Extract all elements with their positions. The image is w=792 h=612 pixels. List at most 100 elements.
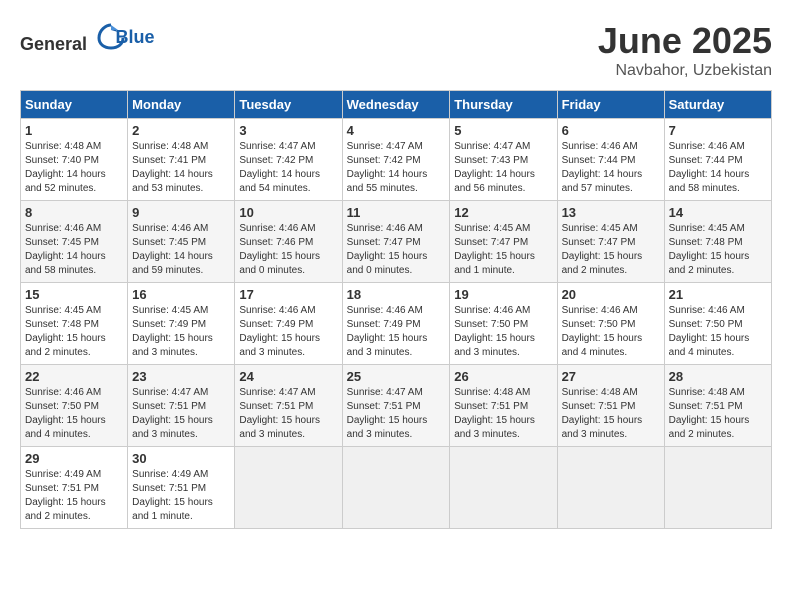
calendar-header-row: Sunday Monday Tuesday Wednesday Thursday…: [21, 91, 772, 119]
day-number: 4: [347, 123, 446, 138]
col-sunday: Sunday: [21, 91, 128, 119]
logo: General Blue: [20, 20, 155, 55]
day-info: Sunrise: 4:48 AMSunset: 7:51 PMDaylight:…: [454, 386, 552, 442]
day-number: 20: [562, 287, 660, 302]
day-number: 29: [25, 451, 123, 466]
day-info: Sunrise: 4:47 AMSunset: 7:51 PMDaylight:…: [347, 386, 446, 442]
day-number: 11: [347, 205, 446, 220]
day-number: 9: [132, 205, 230, 220]
day-number: 21: [669, 287, 767, 302]
col-saturday: Saturday: [664, 91, 771, 119]
col-tuesday: Tuesday: [235, 91, 342, 119]
table-row: 26 Sunrise: 4:48 AMSunset: 7:51 PMDayligh…: [450, 365, 557, 447]
table-row: 23 Sunrise: 4:47 AMSunset: 7:51 PMDayligh…: [128, 365, 235, 447]
day-info: Sunrise: 4:48 AMSunset: 7:41 PMDaylight:…: [132, 140, 230, 196]
day-info: Sunrise: 4:45 AMSunset: 7:47 PMDaylight:…: [562, 222, 660, 278]
day-info: Sunrise: 4:45 AMSunset: 7:47 PMDaylight:…: [454, 222, 552, 278]
day-info: Sunrise: 4:47 AMSunset: 7:42 PMDaylight:…: [347, 140, 446, 196]
table-row: 20 Sunrise: 4:46 AMSunset: 7:50 PMDayligh…: [557, 283, 664, 365]
table-row: 9 Sunrise: 4:46 AMSunset: 7:45 PMDaylight…: [128, 201, 235, 283]
table-row: 4 Sunrise: 4:47 AMSunset: 7:42 PMDaylight…: [342, 119, 450, 201]
calendar-week-row: 1 Sunrise: 4:48 AMSunset: 7:40 PMDaylight…: [21, 119, 772, 201]
day-number: 2: [132, 123, 230, 138]
table-row: [557, 447, 664, 529]
day-info: Sunrise: 4:45 AMSunset: 7:49 PMDaylight:…: [132, 304, 230, 360]
day-info: Sunrise: 4:47 AMSunset: 7:43 PMDaylight:…: [454, 140, 552, 196]
table-row: 5 Sunrise: 4:47 AMSunset: 7:43 PMDaylight…: [450, 119, 557, 201]
table-row: 7Sunrise: 4:46 AMSunset: 7:44 PMDaylight…: [664, 119, 771, 201]
table-row: 14 Sunrise: 4:45 AMSunset: 7:48 PMDayligh…: [664, 201, 771, 283]
table-row: 25 Sunrise: 4:47 AMSunset: 7:51 PMDayligh…: [342, 365, 450, 447]
calendar-week-row: 8 Sunrise: 4:46 AMSunset: 7:45 PMDaylight…: [21, 201, 772, 283]
day-info: Sunrise: 4:46 AMSunset: 7:50 PMDaylight:…: [25, 386, 123, 442]
day-number: 7: [669, 123, 767, 138]
day-number: 8: [25, 205, 123, 220]
day-number: 19: [454, 287, 552, 302]
day-info: Sunrise: 4:46 AMSunset: 7:44 PMDaylight:…: [562, 140, 660, 196]
day-number: 28: [669, 369, 767, 384]
day-number: 6: [562, 123, 660, 138]
day-info: Sunrise: 4:46 AMSunset: 7:47 PMDaylight:…: [347, 222, 446, 278]
day-info: Sunrise: 4:45 AMSunset: 7:48 PMDaylight:…: [25, 304, 123, 360]
day-number: 1: [25, 123, 123, 138]
table-row: 10Sunrise: 4:46 AMSunset: 7:46 PMDayligh…: [235, 201, 342, 283]
day-info: Sunrise: 4:49 AMSunset: 7:51 PMDaylight:…: [132, 468, 230, 524]
day-info: Sunrise: 4:48 AMSunset: 7:51 PMDaylight:…: [562, 386, 660, 442]
table-row: 21 Sunrise: 4:46 AMSunset: 7:50 PMDayligh…: [664, 283, 771, 365]
table-row: 11 Sunrise: 4:46 AMSunset: 7:47 PMDayligh…: [342, 201, 450, 283]
day-number: 3: [239, 123, 337, 138]
day-info: Sunrise: 4:48 AMSunset: 7:51 PMDaylight:…: [669, 386, 767, 442]
table-row: 16 Sunrise: 4:45 AMSunset: 7:49 PMDayligh…: [128, 283, 235, 365]
table-row: 27Sunrise: 4:48 AMSunset: 7:51 PMDayligh…: [557, 365, 664, 447]
table-row: 3 Sunrise: 4:47 AMSunset: 7:42 PMDaylight…: [235, 119, 342, 201]
day-info: Sunrise: 4:46 AMSunset: 7:45 PMDaylight:…: [132, 222, 230, 278]
month-title: June 2025: [598, 20, 772, 62]
day-info: Sunrise: 4:46 AMSunset: 7:50 PMDaylight:…: [562, 304, 660, 360]
calendar-week-row: 29 Sunrise: 4:49 AMSunset: 7:51 PMDayligh…: [21, 447, 772, 529]
day-number: 26: [454, 369, 552, 384]
table-row: 30Sunrise: 4:49 AMSunset: 7:51 PMDayligh…: [128, 447, 235, 529]
table-row: 28 Sunrise: 4:48 AMSunset: 7:51 PMDayligh…: [664, 365, 771, 447]
table-row: 2 Sunrise: 4:48 AMSunset: 7:41 PMDaylight…: [128, 119, 235, 201]
col-wednesday: Wednesday: [342, 91, 450, 119]
day-info: Sunrise: 4:48 AMSunset: 7:40 PMDaylight:…: [25, 140, 123, 196]
table-row: [450, 447, 557, 529]
table-row: 13 Sunrise: 4:45 AMSunset: 7:47 PMDayligh…: [557, 201, 664, 283]
col-friday: Friday: [557, 91, 664, 119]
table-row: 8 Sunrise: 4:46 AMSunset: 7:45 PMDaylight…: [21, 201, 128, 283]
day-info: Sunrise: 4:46 AMSunset: 7:50 PMDaylight:…: [454, 304, 552, 360]
table-row: 19 Sunrise: 4:46 AMSunset: 7:50 PMDayligh…: [450, 283, 557, 365]
day-info: Sunrise: 4:46 AMSunset: 7:50 PMDaylight:…: [669, 304, 767, 360]
day-info: Sunrise: 4:45 AMSunset: 7:48 PMDaylight:…: [669, 222, 767, 278]
calendar-table: Sunday Monday Tuesday Wednesday Thursday…: [20, 90, 772, 529]
day-number: 14: [669, 205, 767, 220]
table-row: 18 Sunrise: 4:46 AMSunset: 7:49 PMDayligh…: [342, 283, 450, 365]
day-info: Sunrise: 4:46 AMSunset: 7:49 PMDaylight:…: [239, 304, 337, 360]
day-number: 15: [25, 287, 123, 302]
day-number: 12: [454, 205, 552, 220]
day-number: 13: [562, 205, 660, 220]
table-row: 15 Sunrise: 4:45 AMSunset: 7:48 PMDayligh…: [21, 283, 128, 365]
day-info: Sunrise: 4:47 AMSunset: 7:51 PMDaylight:…: [239, 386, 337, 442]
day-number: 18: [347, 287, 446, 302]
col-monday: Monday: [128, 91, 235, 119]
table-row: 6 Sunrise: 4:46 AMSunset: 7:44 PMDaylight…: [557, 119, 664, 201]
table-row: 29 Sunrise: 4:49 AMSunset: 7:51 PMDayligh…: [21, 447, 128, 529]
day-number: 25: [347, 369, 446, 384]
day-number: 16: [132, 287, 230, 302]
day-info: Sunrise: 4:49 AMSunset: 7:51 PMDaylight:…: [25, 468, 123, 524]
day-number: 23: [132, 369, 230, 384]
day-number: 5: [454, 123, 552, 138]
day-info: Sunrise: 4:46 AMSunset: 7:49 PMDaylight:…: [347, 304, 446, 360]
location-subtitle: Navbahor, Uzbekistan: [598, 62, 772, 80]
day-number: 24: [239, 369, 337, 384]
table-row: 22Sunrise: 4:46 AMSunset: 7:50 PMDayligh…: [21, 365, 128, 447]
day-info: Sunrise: 4:46 AMSunset: 7:45 PMDaylight:…: [25, 222, 123, 278]
table-row: 12 Sunrise: 4:45 AMSunset: 7:47 PMDayligh…: [450, 201, 557, 283]
table-row: [235, 447, 342, 529]
logo-general-text: General: [20, 34, 87, 54]
table-row: 1 Sunrise: 4:48 AMSunset: 7:40 PMDaylight…: [21, 119, 128, 201]
col-thursday: Thursday: [450, 91, 557, 119]
day-info: Sunrise: 4:47 AMSunset: 7:42 PMDaylight:…: [239, 140, 337, 196]
day-info: Sunrise: 4:47 AMSunset: 7:51 PMDaylight:…: [132, 386, 230, 442]
